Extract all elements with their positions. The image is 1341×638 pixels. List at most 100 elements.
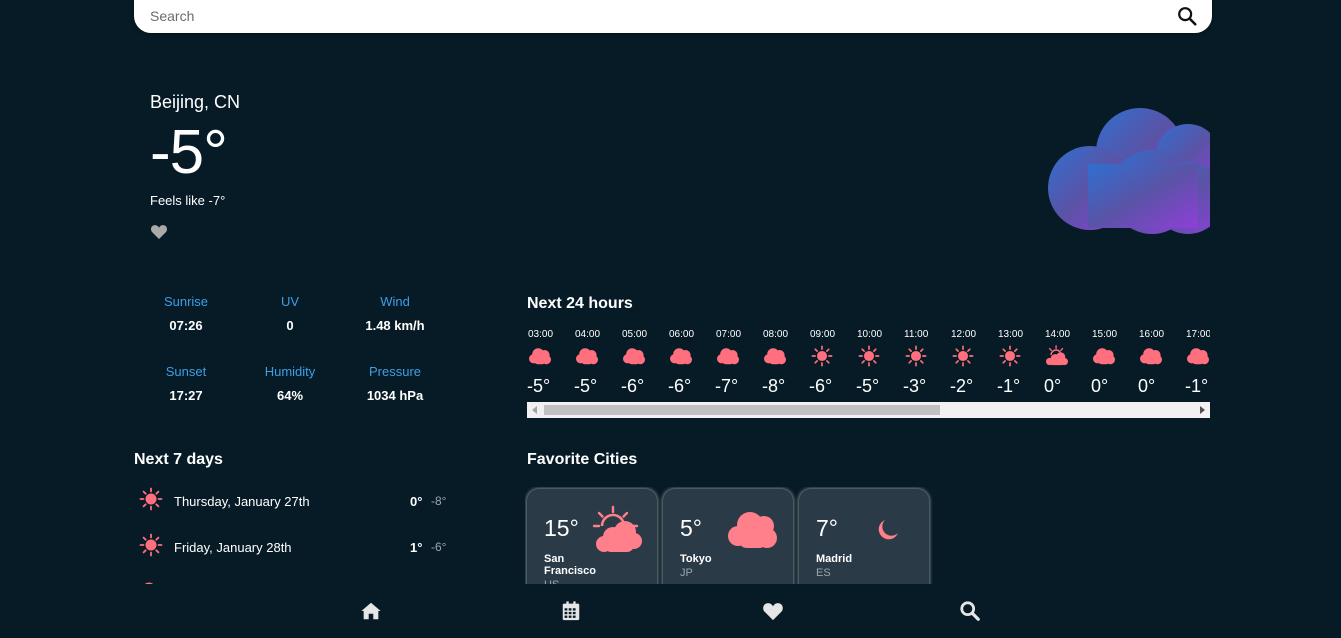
stat-label: Humidity	[264, 364, 316, 379]
stat-wind: Wind 1.48 km/h	[343, 294, 447, 333]
cloud-icon	[623, 348, 645, 365]
city-temp: 5°	[680, 515, 702, 541]
day-name: Thursday, January 27th	[174, 494, 310, 509]
city-temp: 7°	[816, 515, 838, 541]
hour-temp: -8°	[762, 376, 786, 396]
cloud-icon	[1140, 348, 1162, 365]
hour-time: 10:00	[857, 329, 883, 340]
hour-item: 08:00 -8°	[762, 326, 809, 402]
feels-like: Feels like -7°	[150, 193, 226, 208]
hourly-track: 03:00 -5° 04:00 -5° 05:00 -6° 06:00 -6° 07:00 -7°…	[527, 326, 1210, 402]
hour-time: 09:00	[810, 329, 836, 340]
cloud-icon	[1187, 348, 1209, 365]
stat-value: 07:26	[169, 318, 203, 333]
cloud-icon	[728, 512, 777, 548]
search-icon[interactable]	[959, 600, 981, 622]
cloud-icon	[576, 348, 598, 365]
hour-time: 03:00	[528, 329, 554, 340]
hour-temp: -2°	[950, 376, 974, 396]
hour-item: 07:00 -7°	[715, 326, 762, 402]
hour-time: 05:00	[622, 329, 648, 340]
cloud-icon	[529, 348, 551, 365]
hour-item: 17:00 -1°	[1185, 326, 1210, 402]
day-high: 0°	[410, 494, 423, 509]
hour-temp: 0°	[1138, 376, 1156, 396]
hour-time: 16:00	[1139, 329, 1165, 340]
city-temp: 15°	[544, 515, 579, 541]
stat-value: 64%	[276, 388, 304, 403]
cloud-icon	[670, 348, 692, 365]
city-card[interactable]: 7° Madrid ES	[799, 489, 929, 584]
hour-temp: 0°	[1091, 376, 1109, 396]
hour-temp: 0°	[1044, 376, 1062, 396]
hour-time: 06:00	[669, 329, 695, 340]
hour-item: 14:00 0°	[1044, 326, 1091, 402]
scroll-thumb[interactable]	[544, 405, 940, 415]
heart-icon[interactable]	[150, 223, 168, 240]
hour-temp: -3°	[903, 376, 927, 396]
sun-icon	[139, 487, 163, 511]
hour-time: 11:00	[904, 329, 929, 340]
hour-temp: -5°	[574, 376, 598, 396]
hour-temp: -1°	[997, 376, 1021, 396]
partly-cloudy-icon	[1046, 345, 1068, 366]
favorite-cities: 15° San Francisco US 5° Tokyo JP	[525, 487, 945, 584]
stat-uv: UV 0	[238, 294, 342, 333]
search-input[interactable]	[150, 6, 1150, 26]
moon-icon	[878, 520, 898, 540]
search-icon[interactable]	[1176, 5, 1198, 27]
day-row: Friday, January 28th 1° -6°	[134, 526, 454, 572]
hour-item: 10:00 -5°	[856, 326, 903, 402]
sun-icon	[858, 345, 880, 367]
cloud-icon	[1093, 348, 1115, 365]
search-bar	[134, 0, 1212, 33]
sun-icon	[905, 345, 927, 367]
city-card-country: ES	[816, 567, 831, 579]
day-name: Friday, January 28th	[174, 540, 292, 555]
favorites-title: Favorite Cities	[527, 451, 638, 468]
home-icon[interactable]	[360, 600, 382, 622]
hour-item: 09:00 -6°	[809, 326, 856, 402]
hour-time: 15:00	[1092, 329, 1118, 340]
heart-icon[interactable]	[762, 600, 784, 622]
hour-time: 07:00	[716, 329, 742, 340]
cloud-icon	[764, 348, 786, 365]
stat-value: 17:27	[169, 388, 203, 403]
stat-humidity: Humidity 64%	[238, 364, 342, 403]
stat-value: 1034 hPa	[366, 388, 424, 403]
hourly-title: Next 24 hours	[527, 295, 633, 312]
city-card-country: JP	[680, 567, 693, 579]
hour-temp: -7°	[715, 376, 739, 396]
calendar-icon[interactable]	[560, 600, 582, 622]
scroll-left-icon[interactable]	[532, 406, 537, 414]
city-card[interactable]: 15° San Francisco US	[527, 489, 657, 584]
hour-item: 13:00 -1°	[997, 326, 1044, 402]
hour-item: 06:00 -6°	[668, 326, 715, 402]
sun-icon	[952, 345, 974, 367]
stat-label: Sunset	[165, 364, 207, 379]
stat-label: Wind	[380, 294, 410, 309]
hour-item: 03:00 -5°	[527, 326, 574, 402]
hour-time: 14:00	[1045, 329, 1071, 340]
hour-time: 08:00	[763, 329, 789, 340]
hourly-scrollbar[interactable]	[527, 402, 1210, 418]
hour-temp: -5°	[527, 376, 551, 396]
city-card-name: Tokyo	[680, 553, 712, 565]
scroll-right-icon[interactable]	[1200, 406, 1205, 414]
hourly-forecast[interactable]: 03:00 -5° 04:00 -5° 05:00 -6° 06:00 -6° 07:00 -7°…	[527, 326, 1210, 418]
day-low: -8°	[431, 494, 447, 508]
hour-item: 16:00 0°	[1138, 326, 1185, 402]
day-row: Thursday, January 27th 0° -8°	[134, 480, 454, 526]
cloud-icon	[717, 348, 739, 365]
daily-forecast: Thursday, January 27th 0° -8° Friday, Janua…	[134, 480, 454, 584]
hour-temp: -5°	[856, 376, 880, 396]
cloud-icon	[144, 582, 154, 584]
current-temperature: -5°	[150, 118, 228, 187]
cloud-icon	[1048, 108, 1210, 234]
hour-item: 12:00 -2°	[950, 326, 997, 402]
sun-icon	[139, 533, 163, 557]
hour-temp: -6°	[668, 376, 692, 396]
daily-title: Next 7 days	[134, 451, 223, 468]
city-card[interactable]: 5° Tokyo JP	[663, 489, 793, 584]
day-row	[134, 572, 454, 584]
